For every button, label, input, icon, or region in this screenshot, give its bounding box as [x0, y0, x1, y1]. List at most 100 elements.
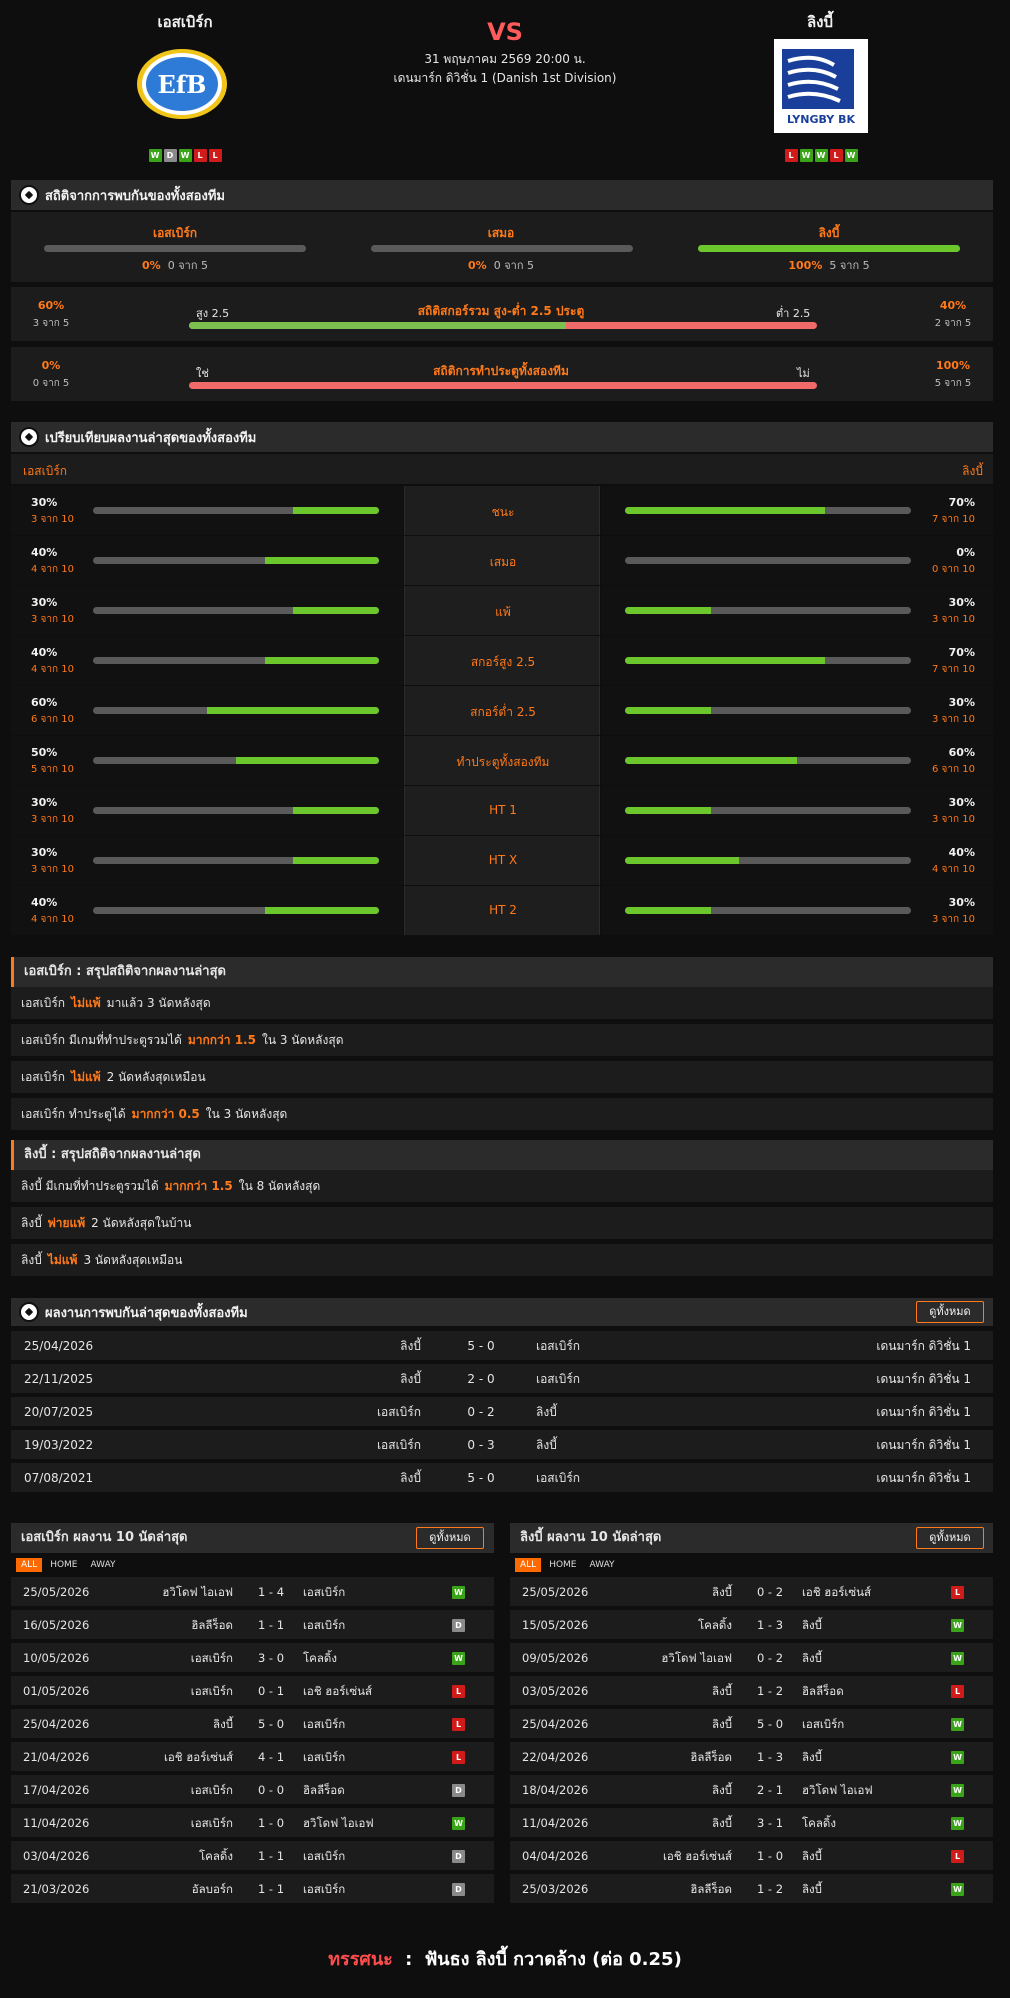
- match-away-team[interactable]: ลิงบี้: [802, 1610, 942, 1641]
- tab-home[interactable]: HOME: [544, 1558, 581, 1572]
- recent-match-row[interactable]: 11/04/2026 เอสเบิร์ก 1 - 0 ฮวิโดฟ ไอเอฟ W: [11, 1808, 494, 1839]
- h2h-match-row[interactable]: 22/11/2025 ลิงบี้ 2 - 0 เอสเบิร์ก เดนมาร์ก ด…: [11, 1364, 993, 1395]
- recent-match-row[interactable]: 01/05/2026 เอสเบิร์ก 0 - 1 เอชิ ฮอร์เซ่นส์ L: [11, 1676, 494, 1707]
- match-away-team[interactable]: เอสเบิร์ก: [303, 1874, 443, 1905]
- recent-match-row[interactable]: 25/04/2026 ลิงบี้ 5 - 0 เอสเบิร์ก W: [510, 1709, 993, 1740]
- h2h-match-row[interactable]: 07/08/2021 ลิงบี้ 5 - 0 เอสเบิร์ก เดนมาร์ก ด…: [11, 1463, 993, 1494]
- h2h-match-row[interactable]: 20/07/2025 เอสเบิร์ก 0 - 2 ลิงบี้ เดนมาร์ก ด…: [11, 1397, 993, 1428]
- tab-away[interactable]: AWAY: [585, 1558, 620, 1572]
- h2h-match-row[interactable]: 19/03/2022 เอสเบิร์ก 0 - 3 ลิงบี้ เดนมาร์ก ด…: [11, 1430, 993, 1461]
- away-recent-view-all-button[interactable]: ดูทั้งหมด: [916, 1527, 984, 1549]
- recent-match-row[interactable]: 17/04/2026 เอสเบิร์ก 0 - 0 ฮิลลีร็อด D: [11, 1775, 494, 1806]
- match-date: 20/07/2025: [24, 1405, 94, 1419]
- match-away-team[interactable]: เอสเบิร์ก: [303, 1610, 443, 1641]
- tab-all[interactable]: ALL: [515, 1558, 542, 1572]
- match-home-team[interactable]: เอสเบิร์ก: [111, 1775, 233, 1806]
- match-away-team[interactable]: เอสเบิร์ก: [303, 1742, 443, 1773]
- home-team-logo[interactable]: EfB: [135, 47, 229, 121]
- home-team-name[interactable]: เอสเบิร์ก: [100, 10, 270, 34]
- away-team-logo[interactable]: LYNGBY BK: [774, 39, 868, 133]
- match-date: 16/05/2026: [23, 1618, 90, 1632]
- recent-match-row[interactable]: 25/05/2026 ลิงบี้ 0 - 2 เอชิ ฮอร์เซ่นส์ L: [510, 1577, 993, 1608]
- match-home-team[interactable]: ลิงบี้: [610, 1676, 732, 1707]
- recent-match-row[interactable]: 22/04/2026 ฮิลลีร็อด 1 - 3 ลิงบี้ W: [510, 1742, 993, 1773]
- over-count: 3 จาก 5: [32, 318, 70, 329]
- match-home-team[interactable]: โคลดิ้ง: [111, 1841, 233, 1872]
- match-away-team[interactable]: ลิงบี้: [802, 1841, 942, 1872]
- match-home-team[interactable]: เอชิ ฮอร์เซ่นส์: [111, 1742, 233, 1773]
- match-home-team[interactable]: ฮิลลีร็อด: [610, 1874, 732, 1905]
- match-away-team[interactable]: ลิงบี้: [536, 1430, 736, 1461]
- match-away-team[interactable]: ฮวิโดฟ ไอเอฟ: [802, 1775, 942, 1806]
- away-pct: 70%: [948, 496, 975, 509]
- match-home-team[interactable]: โคลดิ้ง: [610, 1610, 732, 1641]
- match-away-team[interactable]: ฮิลลีร็อด: [303, 1775, 443, 1806]
- recent-match-row[interactable]: 03/05/2026 ลิงบี้ 1 - 2 ฮิลลีร็อด L: [510, 1676, 993, 1707]
- match-away-team[interactable]: ฮวิโดฟ ไอเอฟ: [303, 1808, 443, 1839]
- match-home-team[interactable]: เอชิ ฮอร์เซ่นส์: [610, 1841, 732, 1872]
- match-away-team[interactable]: เอสเบิร์ก: [802, 1709, 942, 1740]
- recent-match-row[interactable]: 16/05/2026 ฮิลลีร็อด 1 - 1 เอสเบิร์ก D: [11, 1610, 494, 1641]
- match-home-team[interactable]: เอสเบิร์ก: [201, 1430, 421, 1461]
- match-home-team[interactable]: ลิงบี้: [610, 1775, 732, 1806]
- match-score: 1 - 3: [756, 1618, 784, 1632]
- match-home-team[interactable]: ฮิลลีร็อด: [610, 1742, 732, 1773]
- recent-match-row[interactable]: 25/03/2026 ฮิลลีร็อด 1 - 2 ลิงบี้ W: [510, 1874, 993, 1905]
- match-away-team[interactable]: เอสเบิร์ก: [536, 1331, 736, 1362]
- match-away-team[interactable]: เอชิ ฮอร์เซ่นส์: [303, 1676, 443, 1707]
- match-away-team[interactable]: ลิงบี้: [802, 1874, 942, 1905]
- match-away-team[interactable]: เอสเบิร์ก: [536, 1463, 736, 1494]
- match-home-team[interactable]: ลิงบี้: [111, 1709, 233, 1740]
- match-away-team[interactable]: เอสเบิร์ก: [303, 1577, 443, 1608]
- match-home-team[interactable]: เอสเบิร์ก: [111, 1808, 233, 1839]
- match-away-team[interactable]: โคลดิ้ง: [303, 1643, 443, 1674]
- recent-match-row[interactable]: 25/04/2026 ลิงบี้ 5 - 0 เอสเบิร์ก L: [11, 1709, 494, 1740]
- match-home-team[interactable]: เอสเบิร์ก: [111, 1676, 233, 1707]
- match-home-team[interactable]: เอสเบิร์ก: [111, 1643, 233, 1674]
- match-away-team[interactable]: โคลดิ้ง: [802, 1808, 942, 1839]
- match-home-team[interactable]: ฮวิโดฟ ไอเอฟ: [111, 1577, 233, 1608]
- match-away-team[interactable]: ลิงบี้: [536, 1397, 736, 1428]
- prediction-colon: :: [405, 1949, 413, 1970]
- match-home-team[interactable]: ฮิลลีร็อด: [111, 1610, 233, 1641]
- match-home-team[interactable]: ลิงบี้: [610, 1808, 732, 1839]
- recent-match-row[interactable]: 10/05/2026 เอสเบิร์ก 3 - 0 โคลดิ้ง W: [11, 1643, 494, 1674]
- recent-match-row[interactable]: 21/04/2026 เอชิ ฮอร์เซ่นส์ 4 - 1 เอสเบิร์ก L: [11, 1742, 494, 1773]
- tab-home[interactable]: HOME: [45, 1558, 82, 1572]
- tab-away[interactable]: AWAY: [86, 1558, 121, 1572]
- match-home-team[interactable]: ลิงบี้: [201, 1364, 421, 1395]
- match-home-team[interactable]: ฮวิโดฟ ไอเอฟ: [610, 1643, 732, 1674]
- recent-match-row[interactable]: 15/05/2026 โคลดิ้ง 1 - 3 ลิงบี้ W: [510, 1610, 993, 1641]
- match-home-team[interactable]: ลิงบี้: [201, 1331, 421, 1362]
- match-home-team[interactable]: อัลบอร์ก: [111, 1874, 233, 1905]
- tab-all[interactable]: ALL: [16, 1558, 43, 1572]
- away-bar: [625, 707, 911, 714]
- match-home-team[interactable]: ลิงบี้: [610, 1709, 732, 1740]
- recent-match-row[interactable]: 04/04/2026 เอชิ ฮอร์เซ่นส์ 1 - 0 ลิงบี้ L: [510, 1841, 993, 1872]
- match-away-team[interactable]: เอสเบิร์ก: [303, 1709, 443, 1740]
- compare-row: 30% 3 จาก 10 ชนะ 70% 7 จาก 10: [11, 486, 993, 535]
- recent-match-row[interactable]: 18/04/2026 ลิงบี้ 2 - 1 ฮวิโดฟ ไอเอฟ W: [510, 1775, 993, 1806]
- match-away-team[interactable]: เอชิ ฮอร์เซ่นส์: [802, 1577, 942, 1608]
- home-recent-view-all-button[interactable]: ดูทั้งหมด: [416, 1527, 484, 1549]
- match-home-team[interactable]: ลิงบี้: [610, 1577, 732, 1608]
- match-away-team[interactable]: เอสเบิร์ก: [303, 1841, 443, 1872]
- recent-match-row[interactable]: 11/04/2026 ลิงบี้ 3 - 1 โคลดิ้ง W: [510, 1808, 993, 1839]
- away-team-name[interactable]: ลิงบี้: [735, 10, 905, 34]
- match-home-team[interactable]: ลิงบี้: [201, 1463, 421, 1494]
- match-away-team[interactable]: ลิงบี้: [802, 1742, 942, 1773]
- h2h-view-all-button[interactable]: ดูทั้งหมด: [916, 1301, 984, 1323]
- match-home-team[interactable]: เอสเบิร์ก: [201, 1397, 421, 1428]
- recent-match-row[interactable]: 09/05/2026 ฮวิโดฟ ไอเอฟ 0 - 2 ลิงบี้ W: [510, 1643, 993, 1674]
- h2h-match-row[interactable]: 25/04/2026 ลิงบี้ 5 - 0 เอสเบิร์ก เดนมาร์ก ด…: [11, 1331, 993, 1362]
- match-away-team[interactable]: เอสเบิร์ก: [536, 1364, 736, 1395]
- compare-away-cell: 70% 7 จาก 10: [601, 636, 993, 685]
- btts-yes-label: ใช่: [196, 367, 209, 380]
- recent-match-row[interactable]: 03/04/2026 โคลดิ้ง 1 - 1 เอสเบิร์ก D: [11, 1841, 494, 1872]
- under-label: ต่ำ 2.5: [776, 307, 811, 320]
- compare-label: HT 1: [489, 803, 517, 817]
- recent-match-row[interactable]: 25/05/2026 ฮวิโดฟ ไอเอฟ 1 - 4 เอสเบิร์ก W: [11, 1577, 494, 1608]
- match-away-team[interactable]: ฮิลลีร็อด: [802, 1676, 942, 1707]
- recent-match-row[interactable]: 21/03/2026 อัลบอร์ก 1 - 1 เอสเบิร์ก D: [11, 1874, 494, 1905]
- match-away-team[interactable]: ลิงบี้: [802, 1643, 942, 1674]
